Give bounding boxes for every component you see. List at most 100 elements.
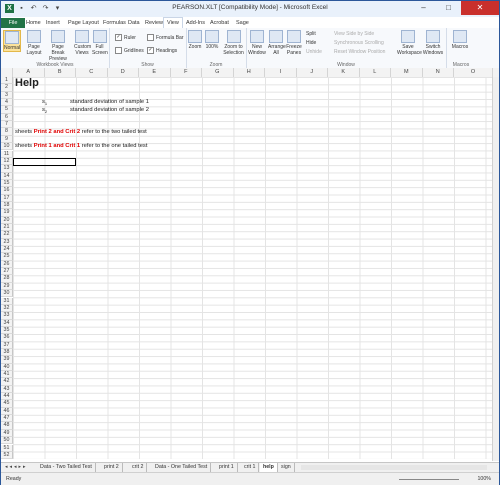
row-header[interactable]: 31 [1, 297, 13, 305]
row-header[interactable]: 38 [1, 348, 13, 357]
normal-view-button[interactable]: Normal [3, 30, 21, 52]
row-header[interactable]: 39 [1, 356, 13, 364]
split-button[interactable]: Split [306, 31, 316, 37]
row-header[interactable]: 30 [1, 290, 13, 298]
row-header[interactable]: 16 [1, 187, 13, 195]
tab-insert[interactable]: Insert [43, 18, 63, 28]
row-header[interactable]: 8 [1, 128, 13, 136]
row-header[interactable]: 20 [1, 216, 13, 224]
row-header[interactable]: 4 [1, 99, 13, 107]
tab-add-ins[interactable]: Add-Ins [183, 18, 208, 28]
row-header[interactable]: 49 [1, 429, 13, 438]
ruler-checkbox[interactable]: ✓ Ruler [115, 34, 136, 41]
synchronous-scrolling-button[interactable]: Synchronous Scrolling [334, 40, 384, 46]
row-header[interactable]: 23 [1, 238, 13, 247]
formula-bar-checkbox[interactable]: Formula Bar [147, 34, 184, 41]
page-layout-view-button[interactable]: Page Layout [25, 30, 43, 56]
row-header[interactable]: 1 [1, 77, 13, 85]
column-header[interactable]: M [391, 68, 423, 77]
column-header[interactable]: C [76, 68, 108, 77]
column-header[interactable]: B [45, 68, 76, 77]
zoom-level[interactable]: 100% [477, 476, 491, 482]
row-header[interactable]: 14 [1, 172, 13, 180]
hide-button[interactable]: Hide [306, 40, 316, 46]
row-header[interactable]: 32 [1, 304, 13, 313]
column-header[interactable]: J [297, 68, 328, 77]
maximize-button[interactable]: □ [436, 1, 461, 15]
column-header[interactable]: K [328, 68, 360, 77]
sheet-tab[interactable]: Data - One Tailed Test [152, 463, 212, 472]
row-header[interactable]: 17 [1, 194, 13, 202]
column-header[interactable]: E [139, 68, 171, 77]
full-screen-button[interactable]: Full Screen [92, 30, 108, 56]
select-all-corner[interactable] [1, 68, 13, 77]
horizontal-scrollbar[interactable] [301, 465, 487, 470]
column-header[interactable]: D [108, 68, 139, 77]
column-header[interactable]: G [202, 68, 234, 77]
column-header[interactable]: H [234, 68, 265, 77]
row-header[interactable]: 25 [1, 253, 13, 261]
row-header[interactable]: 47 [1, 415, 13, 423]
row-header[interactable]: 19 [1, 209, 13, 217]
row-header[interactable]: 22 [1, 231, 13, 239]
row-header[interactable]: 46 [1, 407, 13, 416]
row-header[interactable]: 13 [1, 165, 13, 173]
sheet-tab-active[interactable]: help [260, 463, 278, 472]
tab-sage[interactable]: Sage [233, 18, 252, 28]
row-header[interactable]: 44 [1, 393, 13, 401]
row-header[interactable]: 24 [1, 246, 13, 254]
gridlines-checkbox[interactable]: Gridlines [115, 47, 144, 54]
row-header[interactable]: 15 [1, 179, 13, 188]
row-header[interactable]: 35 [1, 326, 13, 335]
tab-file[interactable]: File [1, 18, 25, 28]
row-header[interactable]: 7 [1, 121, 13, 129]
column-header[interactable]: A [13, 68, 45, 77]
row-header[interactable]: 12 [1, 157, 13, 166]
tab-acrobat[interactable]: Acrobat [207, 18, 232, 28]
sheet-tab[interactable]: crit 1 [241, 463, 260, 472]
row-header[interactable]: 2 [1, 84, 13, 92]
freeze-panes-button[interactable]: Freeze Panes [286, 30, 302, 56]
tab-home[interactable]: Home [23, 18, 44, 28]
row-header[interactable]: 37 [1, 341, 13, 349]
save-workspace-button[interactable]: Save Workspace [397, 30, 422, 56]
row-header[interactable]: 48 [1, 422, 13, 430]
row-header[interactable]: 33 [1, 312, 13, 320]
column-header[interactable]: L [360, 68, 391, 77]
vertical-scrollbar[interactable] [492, 77, 499, 461]
row-header[interactable]: 26 [1, 260, 13, 269]
close-button[interactable]: ✕ [461, 1, 499, 15]
tab-page-layout[interactable]: Page Layout [65, 18, 102, 28]
sheet-tab[interactable]: print 2 [101, 463, 123, 472]
row-header[interactable]: 6 [1, 113, 13, 122]
row-header[interactable]: 40 [1, 363, 13, 371]
minimize-button[interactable]: – [411, 1, 436, 15]
row-header[interactable]: 18 [1, 201, 13, 210]
row-header[interactable]: 42 [1, 378, 13, 386]
arrange-all-button[interactable]: Arrange All [268, 30, 286, 56]
row-header[interactable]: 3 [1, 91, 13, 100]
row-header[interactable]: 21 [1, 224, 13, 232]
sheet-nav-arrows[interactable]: ◂◂◂▸▸ [5, 464, 28, 470]
row-header[interactable]: 28 [1, 275, 13, 283]
zoom-slider[interactable] [399, 479, 459, 480]
row-header[interactable]: 34 [1, 319, 13, 327]
row-header[interactable]: 5 [1, 106, 13, 114]
worksheet-grid[interactable]: Help s1 standard deviation of sample 1 s… [13, 77, 493, 459]
row-header[interactable]: 52 [1, 451, 13, 460]
row-header[interactable]: 29 [1, 282, 13, 291]
sheet-tab[interactable]: print 1 [216, 463, 238, 472]
sheet-tab[interactable]: crit 2 [129, 463, 148, 472]
selected-cell-a12[interactable] [13, 157, 76, 166]
reset-window-position-button[interactable]: Reset Window Position [334, 49, 385, 55]
column-header[interactable]: I [265, 68, 297, 77]
column-header[interactable]: N [423, 68, 454, 77]
row-header[interactable]: 51 [1, 444, 13, 452]
headings-checkbox[interactable]: ✓ Headings [147, 47, 177, 54]
unhide-button[interactable]: Unhide [306, 49, 322, 55]
row-header[interactable]: 27 [1, 268, 13, 276]
new-window-button[interactable]: New Window [248, 30, 266, 56]
page-break-preview-button[interactable]: Page Break Preview [45, 30, 71, 62]
column-header[interactable]: F [171, 68, 202, 77]
row-header[interactable]: 41 [1, 371, 13, 379]
